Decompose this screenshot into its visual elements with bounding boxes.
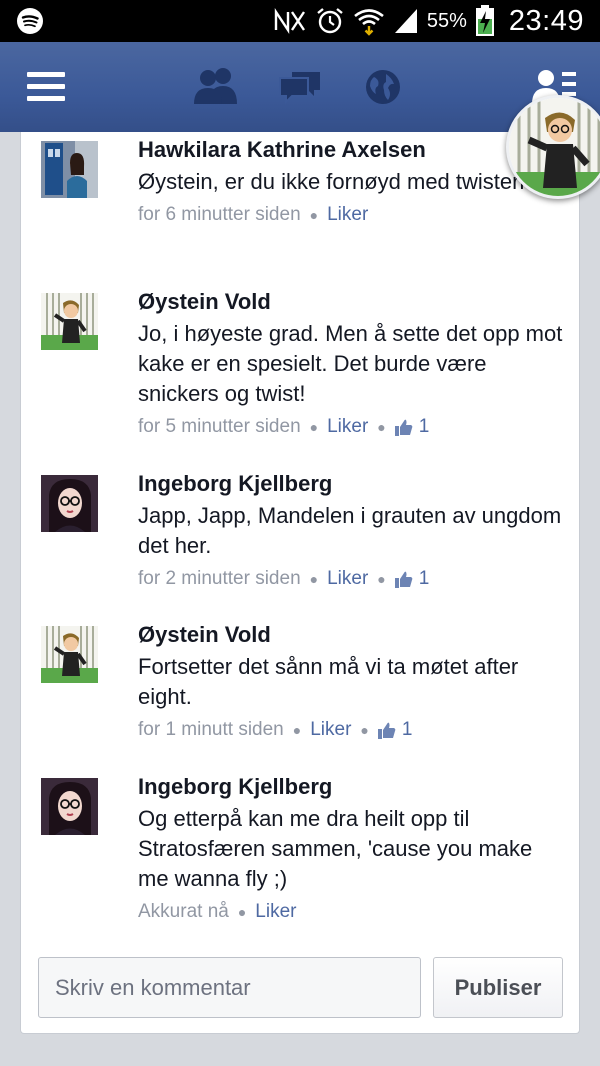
wifi-icon <box>354 9 384 36</box>
chat-head-avatar[interactable] <box>506 95 600 199</box>
separator-dot: ● <box>309 571 319 587</box>
comment-time[interactable]: for 2 minutter siden <box>138 566 301 592</box>
comment-text: Fortsetter det sånn må vi ta møtet after… <box>138 654 519 709</box>
thumbs-up-icon <box>394 571 413 588</box>
separator-dot: ● <box>237 904 247 920</box>
like-link[interactable]: Liker <box>327 202 368 228</box>
comment-author[interactable]: Øystein Vold <box>138 287 568 317</box>
battery-percent: 55% <box>426 9 467 32</box>
like-link[interactable]: Liker <box>310 717 351 743</box>
like-count[interactable]: 1 <box>394 566 430 592</box>
thumbs-up-icon <box>377 722 396 739</box>
avatar[interactable] <box>41 778 98 835</box>
comments-card: Hawkilara Kathrine Axelsen Øystein, er d… <box>20 132 580 1034</box>
avatar[interactable] <box>41 626 98 683</box>
comment-text: Øystein, er du ikke fornøyd med twisten?… <box>138 169 558 194</box>
comment-author[interactable]: Øystein Vold <box>138 620 568 650</box>
comment-text: Jo, i høyeste grad. Men å sette det opp … <box>138 321 563 406</box>
comment-author[interactable]: Ingeborg Kjellberg <box>138 469 568 499</box>
facebook-top-bar <box>0 42 600 132</box>
comment-meta: for 1 minutt siden ● Liker ● 1 <box>138 717 568 743</box>
like-count[interactable]: 1 <box>394 414 430 440</box>
separator-dot: ● <box>377 571 386 587</box>
separator-dot: ● <box>360 722 369 738</box>
comment-time[interactable]: Akkurat nå <box>138 899 229 925</box>
comment-author[interactable]: Hawkilara Kathrine Axelsen <box>138 135 568 165</box>
comment-input[interactable] <box>38 957 421 1018</box>
menu-icon[interactable] <box>27 72 65 102</box>
signal-icon <box>394 9 417 33</box>
comment-meta: for 6 minutter siden ● Liker <box>138 202 568 228</box>
nfc-icon <box>274 8 305 34</box>
like-count[interactable]: 1 <box>377 717 413 743</box>
status-bar: 55% 23:49 <box>0 0 600 42</box>
comment-time[interactable]: for 5 minutter siden <box>138 414 301 440</box>
spotify-icon <box>17 8 43 34</box>
like-count-value: 1 <box>418 568 430 589</box>
notifications-globe-icon[interactable] <box>364 68 402 106</box>
like-count-value: 1 <box>418 416 430 437</box>
comment-time[interactable]: for 1 minutt siden <box>138 717 284 743</box>
separator-dot: ● <box>309 419 319 435</box>
like-link[interactable]: Liker <box>327 566 368 592</box>
like-count-value: 1 <box>401 719 413 740</box>
comment-meta: for 5 minutter siden ● Liker ● 1 <box>138 414 568 440</box>
like-link[interactable]: Liker <box>327 414 368 440</box>
comment-time[interactable]: for 6 minutter siden <box>138 202 301 228</box>
avatar[interactable] <box>41 293 98 350</box>
comment-meta: Akkurat nå ● Liker <box>138 899 568 925</box>
alarm-icon <box>317 8 343 34</box>
comment-author[interactable]: Ingeborg Kjellberg <box>138 772 568 802</box>
separator-dot: ● <box>377 419 386 435</box>
clock: 23:49 <box>508 4 584 37</box>
comment-meta: for 2 minutter siden ● Liker ● 1 <box>138 566 568 592</box>
comment-text: Japp, Japp, Mandelen i grauten av ungdom… <box>138 503 562 558</box>
avatar[interactable] <box>41 475 98 532</box>
messages-icon[interactable] <box>278 68 322 106</box>
avatar[interactable] <box>41 141 98 198</box>
separator-dot: ● <box>292 722 302 738</box>
publish-button[interactable]: Publiser <box>433 957 563 1018</box>
battery-charging-icon <box>475 5 494 36</box>
friend-requests-icon[interactable] <box>192 66 240 106</box>
thumbs-up-icon <box>394 419 413 436</box>
comment-text: Og etterpå kan me dra heilt opp til Stra… <box>138 806 533 891</box>
like-link[interactable]: Liker <box>255 899 296 925</box>
separator-dot: ● <box>309 207 319 223</box>
